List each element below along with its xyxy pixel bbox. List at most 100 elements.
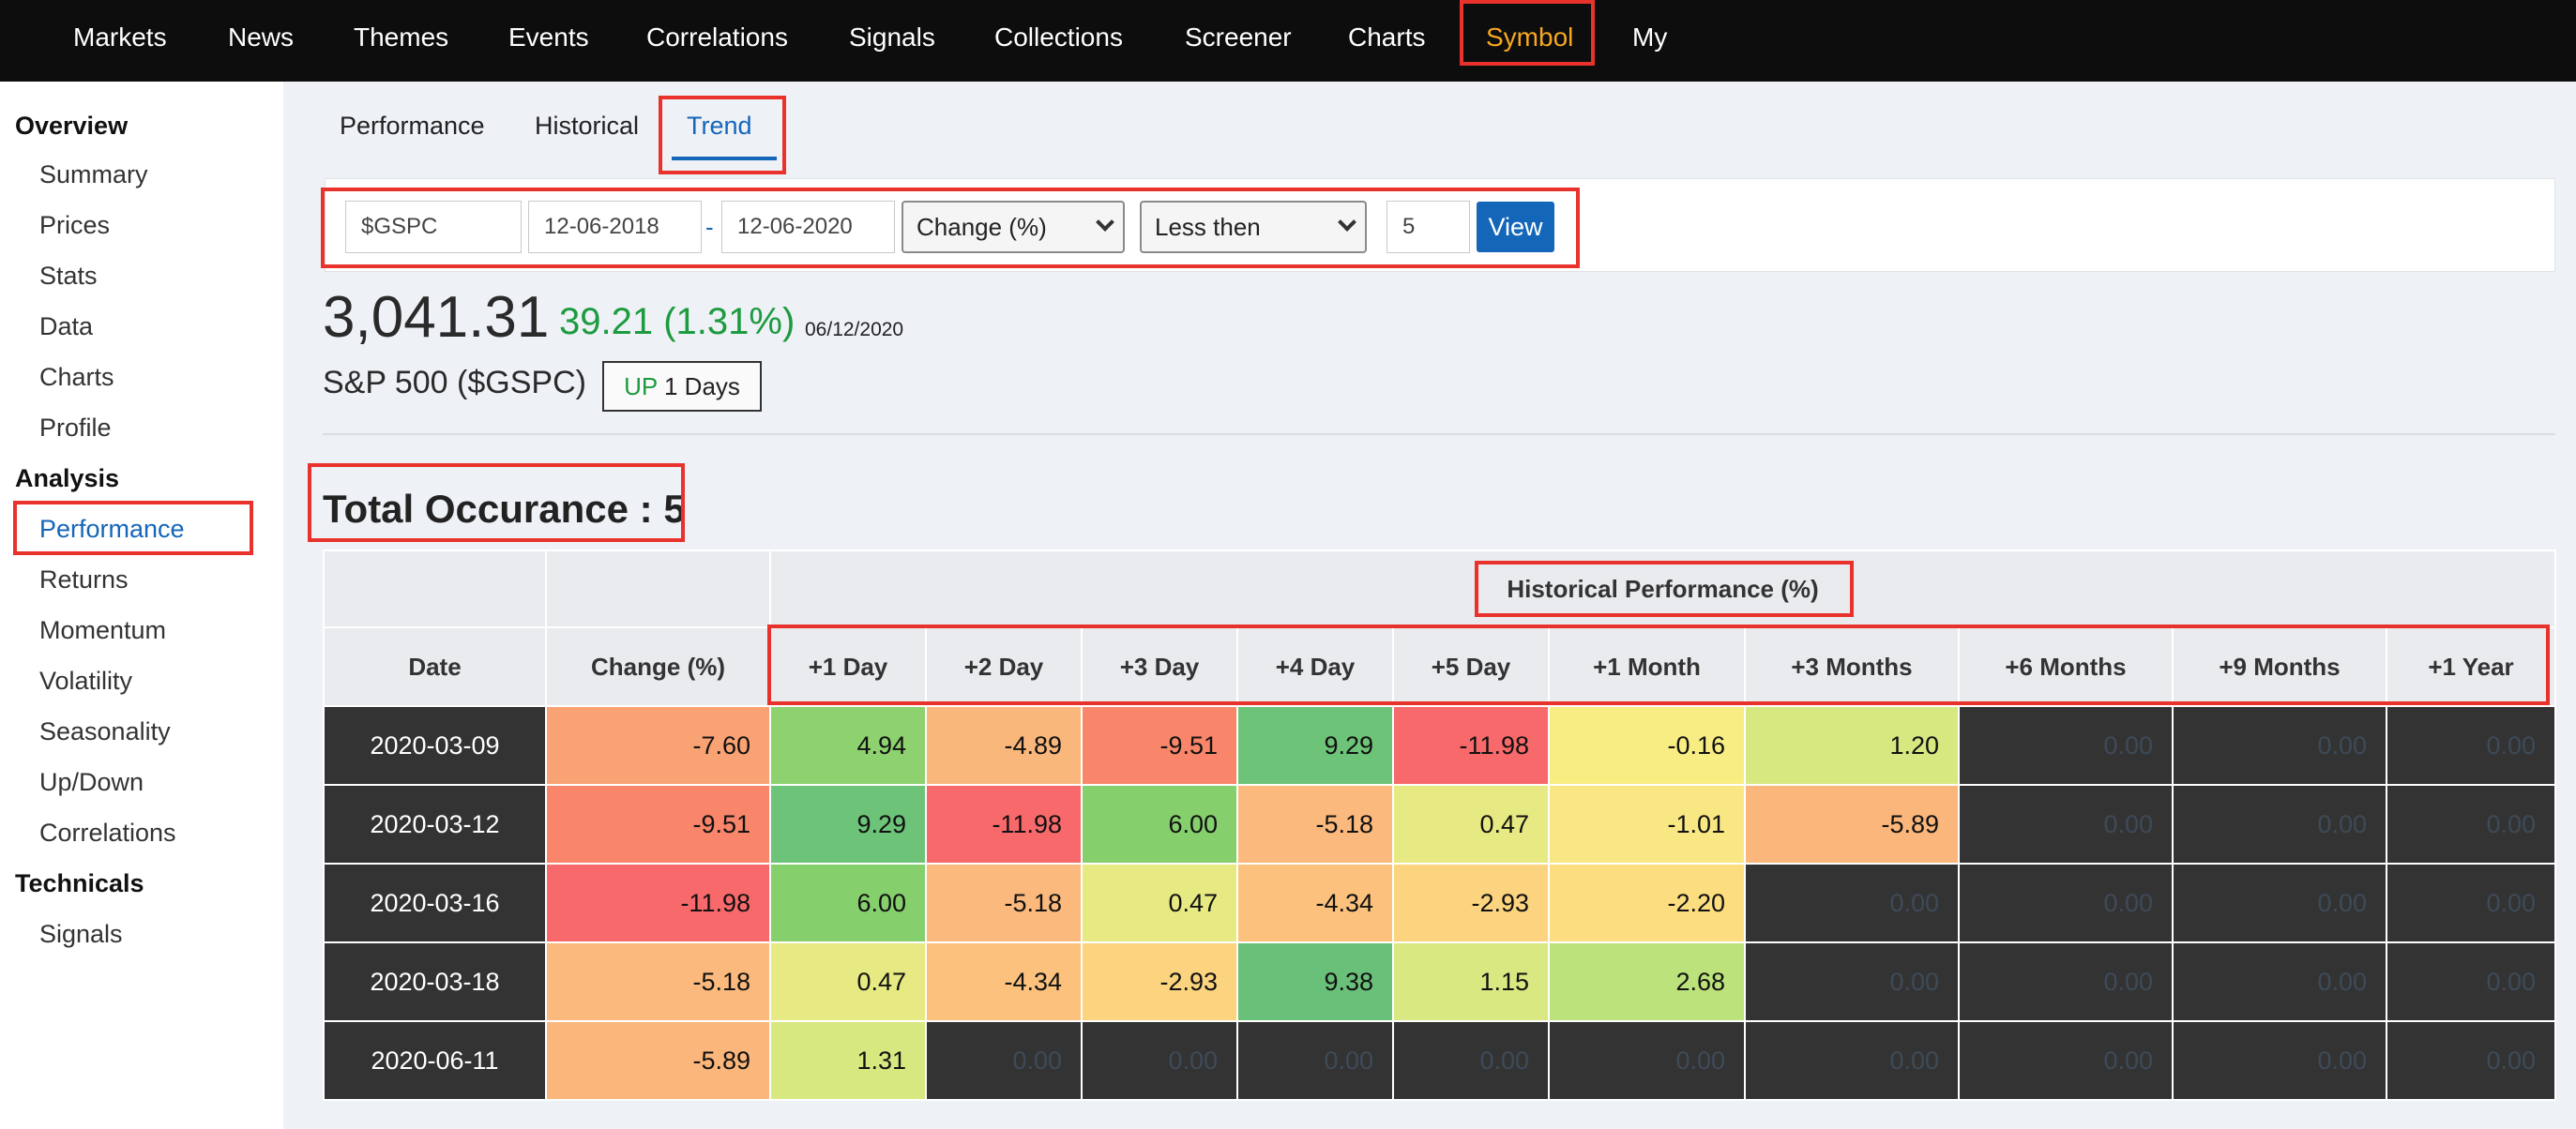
column-header[interactable]: +6 Months	[1958, 626, 2174, 707]
table-cell: -5.89	[1744, 784, 1960, 865]
table-row: 2020-03-18 -5.18 0.47 -4.34 -2.93 9.38 1.15 2.6…	[323, 941, 2556, 1022]
nav-my[interactable]: My	[1632, 0, 1667, 75]
filter-bar: $GSPC 12-06-2018 - 12-06-2020 Change (%)…	[325, 178, 2555, 272]
nav-correlations[interactable]: Correlations	[646, 0, 788, 75]
table-cell-empty: 0.00	[2172, 863, 2387, 943]
table-cell-empty: 0.00	[2386, 863, 2556, 943]
table-cell: -11.98	[1392, 705, 1550, 786]
tab-historical[interactable]: Historical	[535, 112, 639, 141]
row-date: 2020-03-09	[323, 705, 547, 786]
nav-charts[interactable]: Charts	[1348, 0, 1425, 75]
sidebar-item-signals[interactable]: Signals	[39, 920, 123, 949]
sidebar-item-profile[interactable]: Profile	[39, 414, 112, 443]
row-date: 2020-03-12	[323, 784, 547, 865]
row-date: 2020-06-11	[323, 1020, 547, 1101]
sidebar-item-up-down[interactable]: Up/Down	[39, 768, 144, 797]
nav-themes[interactable]: Themes	[354, 0, 448, 75]
nav-symbol[interactable]: Symbol	[1486, 0, 1573, 75]
table-cell: 1.20	[1744, 705, 1960, 786]
table-cell: -4.89	[925, 705, 1083, 786]
column-header[interactable]: +4 Day	[1236, 626, 1394, 707]
table-cell: 4.94	[769, 705, 927, 786]
view-button[interactable]: View	[1477, 202, 1554, 252]
sidebar-item-momentum[interactable]: Momentum	[39, 616, 166, 645]
table-cell: 1.15	[1392, 941, 1550, 1022]
table-cell: 6.00	[769, 863, 927, 943]
table-cell: -9.51	[545, 784, 771, 865]
column-header[interactable]: Change (%)	[545, 626, 771, 707]
table-cell: -2.93	[1392, 863, 1550, 943]
total-occurrence: Total Occurance : 5	[323, 487, 686, 531]
section-divider	[323, 433, 2555, 435]
metric-select-value: Change (%)	[917, 213, 1047, 241]
table-cell-empty: 0.00	[1958, 784, 2174, 865]
tab-performance[interactable]: Performance	[340, 112, 485, 141]
sidebar-item-volatility[interactable]: Volatility	[39, 667, 132, 696]
table-cell-empty: 0.00	[2386, 941, 2556, 1022]
nav-signals[interactable]: Signals	[849, 0, 935, 75]
column-header[interactable]: +5 Day	[1392, 626, 1550, 707]
nav-screener[interactable]: Screener	[1185, 0, 1292, 75]
header-blank-date	[323, 549, 547, 628]
column-header[interactable]: +2 Day	[925, 626, 1083, 707]
tab-trend[interactable]: Trend	[687, 112, 752, 141]
sidebar-item-performance[interactable]: Performance	[39, 515, 185, 544]
table-cell: -7.60	[545, 705, 771, 786]
column-header[interactable]: +1 Year	[2386, 626, 2556, 707]
table-cell: -5.18	[545, 941, 771, 1022]
table-cell-empty: 0.00	[1958, 863, 2174, 943]
nav-markets[interactable]: Markets	[73, 0, 167, 75]
threshold-input[interactable]: 5	[1386, 201, 1470, 253]
nav-events[interactable]: Events	[508, 0, 589, 75]
symbol-name: S&P 500 ($GSPC)	[323, 365, 586, 400]
sidebar-item-correlations[interactable]: Correlations	[39, 819, 176, 848]
start-date-input[interactable]: 12-06-2018	[528, 201, 702, 253]
table-cell: 1.31	[769, 1020, 927, 1101]
sidebar-item-prices[interactable]: Prices	[39, 211, 110, 240]
column-header[interactable]: +1 Day	[769, 626, 927, 707]
trend-direction: UP	[624, 372, 658, 400]
trend-badge: UP 1 Days	[602, 361, 762, 412]
column-header[interactable]: +3 Months	[1744, 626, 1960, 707]
table-cell: 0.47	[1392, 784, 1550, 865]
last-price: 3,041.31	[323, 285, 550, 350]
sidebar-heading-analysis: Analysis	[15, 464, 120, 492]
sidebar-item-data[interactable]: Data	[39, 312, 93, 341]
table-cell: -2.93	[1081, 941, 1238, 1022]
metric-select[interactable]: Change (%)	[902, 201, 1125, 253]
table-cell-empty: 0.00	[1392, 1020, 1550, 1101]
sidebar-item-charts[interactable]: Charts	[39, 363, 114, 392]
table-cell: -1.01	[1548, 784, 1746, 865]
table-cell: -11.98	[925, 784, 1083, 865]
chevron-down-icon	[1338, 213, 1356, 232]
condition-select[interactable]: Less then	[1140, 201, 1367, 253]
sidebar-item-stats[interactable]: Stats	[39, 262, 98, 291]
table-cell-empty: 0.00	[1958, 1020, 2174, 1101]
table-cell-empty: 0.00	[2172, 1020, 2387, 1101]
table-cell: -0.16	[1548, 705, 1746, 786]
end-date-input[interactable]: 12-06-2020	[721, 201, 895, 253]
table-cell: -4.34	[925, 941, 1083, 1022]
column-header[interactable]: +3 Day	[1081, 626, 1238, 707]
symbol-input[interactable]: $GSPC	[345, 201, 522, 253]
group-header: Historical Performance (%)	[769, 549, 2556, 628]
sidebar-item-summary[interactable]: Summary	[39, 160, 148, 189]
sidebar-item-returns[interactable]: Returns	[39, 565, 129, 595]
condition-select-value: Less then	[1155, 213, 1261, 241]
column-header[interactable]: +9 Months	[2172, 626, 2387, 707]
table-cell: -5.89	[545, 1020, 771, 1101]
sidebar-item-seasonality[interactable]: Seasonality	[39, 717, 171, 746]
tab-trend-underline	[672, 157, 777, 160]
nav-collections[interactable]: Collections	[994, 0, 1123, 75]
trend-length: 1 Days	[663, 372, 740, 400]
nav-news[interactable]: News	[228, 0, 294, 75]
table-cell: 9.29	[1236, 705, 1394, 786]
table-cell-empty: 0.00	[2172, 784, 2387, 865]
table-cell: -4.34	[1236, 863, 1394, 943]
table-cell-empty: 0.00	[2172, 941, 2387, 1022]
column-header[interactable]: Date	[323, 626, 547, 707]
table-cell-empty: 0.00	[1236, 1020, 1394, 1101]
column-header[interactable]: +1 Month	[1548, 626, 1746, 707]
chevron-down-icon	[1096, 213, 1114, 232]
table-cell-empty: 0.00	[2386, 784, 2556, 865]
